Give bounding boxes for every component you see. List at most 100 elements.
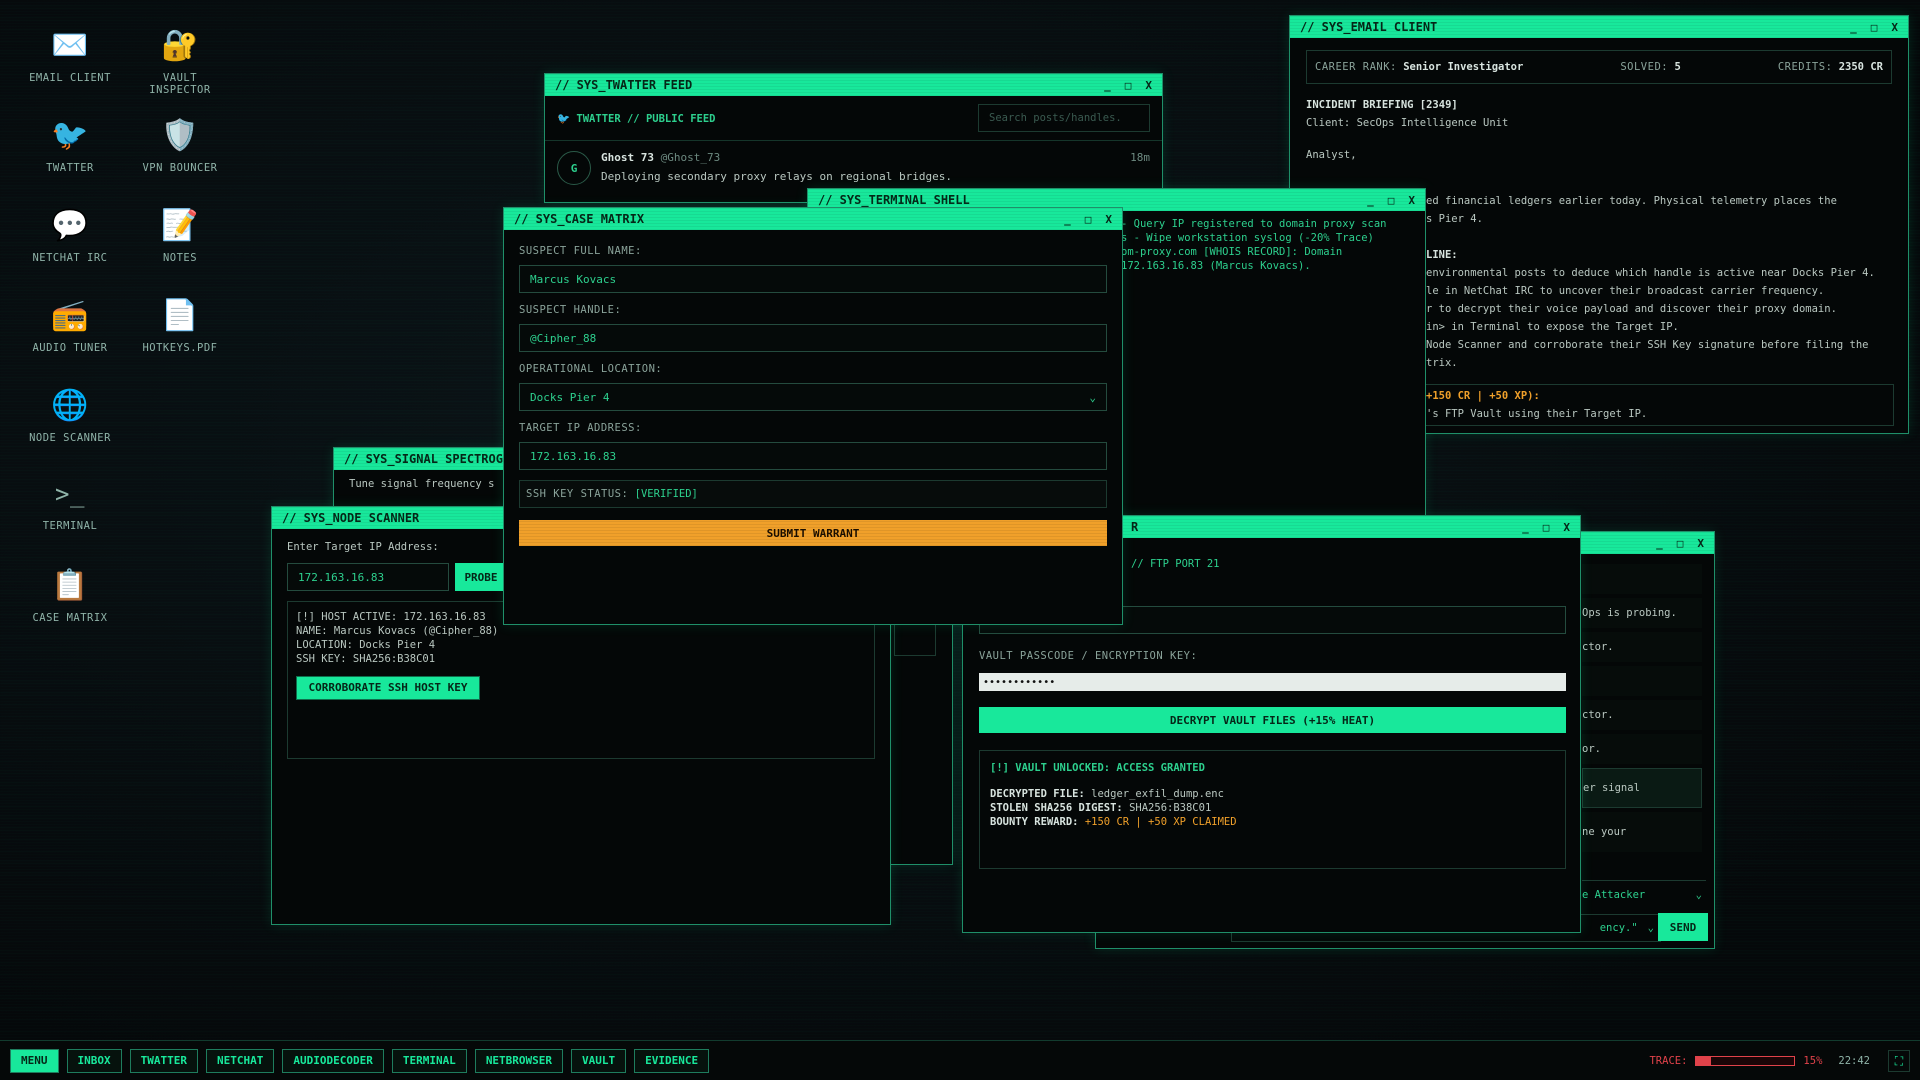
close-button[interactable]: X (1563, 521, 1570, 534)
trace-meter-fill (1696, 1057, 1712, 1065)
avatar: G (557, 151, 591, 185)
window-title: // SYS_TWATTER FEED (555, 78, 693, 92)
location-label: OPERATIONAL LOCATION: (519, 363, 663, 375)
file-value: ledger_exfil_dump.enc (1091, 788, 1224, 800)
desktop-icon-email-client[interactable]: ✉️ EMAIL CLIENT (20, 28, 120, 84)
probe-button[interactable]: PROBE (455, 563, 507, 591)
credits-label: CREDITS: (1777, 61, 1833, 73)
terminal-line: 172.163.16.83 (Marcus Kovacs). (1121, 260, 1311, 272)
taskbar-netbrowser-button[interactable]: NETBROWSER (474, 1048, 564, 1073)
icon-label: TWATTER (46, 162, 94, 174)
spectro-input[interactable] (894, 624, 936, 656)
desktop-icon-hotkeys-pdf[interactable]: 📄 HOTKEYS.PDF (130, 298, 230, 354)
minimize-button[interactable]: _ (1104, 79, 1111, 92)
icon-label: NETCHAT IRC (32, 252, 108, 264)
close-button[interactable]: X (1891, 21, 1898, 34)
minimize-button[interactable]: _ (1522, 521, 1529, 534)
objective-step: trix. (1426, 357, 1458, 369)
feed-title-text: TWATTER // PUBLIC FEED (576, 112, 716, 125)
minimize-button[interactable]: _ (1850, 21, 1857, 34)
digest-value: SHA256:B38C01 (1129, 802, 1212, 814)
taskbar-vault-button[interactable]: VAULT (571, 1048, 627, 1073)
solved-label: SOLVED: (1620, 61, 1669, 73)
chat-messages: Ops is probing. ctor. ctor. or. er signa… (1582, 564, 1702, 852)
post-author: Ghost 73 (601, 151, 654, 164)
maximize-button[interactable]: □ (1677, 537, 1684, 550)
window-title: // SYS_CASE MATRIX (514, 212, 645, 226)
corroborate-ssh-button[interactable]: CORROBORATE SSH HOST KEY (296, 676, 480, 700)
search-input[interactable]: Search posts/handles. (978, 104, 1150, 132)
minimize-button[interactable]: _ (1656, 537, 1663, 550)
terminal-prompt-icon: >_ (55, 480, 85, 508)
taskbar-audiodecoder-button[interactable]: AUDIODECODER (282, 1048, 384, 1073)
post-handle[interactable]: @Ghost_73 (661, 151, 721, 164)
suspect-handle-input[interactable]: @Cipher_88 (519, 324, 1107, 352)
desktop-icon-notes[interactable]: 📝 NOTES (130, 208, 230, 264)
briefing-title: INCIDENT BRIEFING [2349] (1306, 99, 1458, 111)
icon-label: VPN BOUNCER (142, 162, 218, 174)
taskbar: MENU INBOX TWATTER NETCHAT AUDIODECODER … (0, 1040, 1920, 1080)
chevron-down-icon: ⌄ (1089, 390, 1096, 404)
title-bar[interactable]: // SYS_EMAIL CLIENT _ □ X (1290, 16, 1908, 38)
close-button[interactable]: X (1697, 537, 1704, 550)
title-bar[interactable]: // SYS_TWATTER FEED _ □ X (545, 74, 1162, 96)
suspect-name-input[interactable]: Marcus Kovacs (519, 265, 1107, 293)
taskbar-terminal-button[interactable]: TERMINAL (391, 1048, 467, 1073)
trace-meter (1695, 1056, 1796, 1066)
icon-label: EMAIL CLIENT (29, 72, 111, 84)
message-select-value: ency." (1599, 922, 1638, 934)
trace-label: TRACE: (1649, 1055, 1688, 1067)
result-line: NAME: Marcus Kovacs (@Cipher_88) (296, 625, 499, 637)
minimize-button[interactable]: _ (1064, 213, 1071, 226)
email-body-line: s Pier 4. (1426, 213, 1483, 225)
desktop-icon-audio-tuner[interactable]: 📻 AUDIO TUNER (20, 298, 120, 354)
ip-input[interactable]: 172.163.16.83 (287, 563, 449, 591)
terminal-line: - Query IP registered to domain proxy sc… (1121, 218, 1387, 230)
maximize-button[interactable]: □ (1388, 194, 1395, 207)
title-bar[interactable]: // SYS_CASE MATRIX _ □ X (504, 208, 1122, 230)
taskbar-netchat-button[interactable]: NETCHAT (205, 1048, 275, 1073)
desktop-icon-netchat-irc[interactable]: 💬 NETCHAT IRC (20, 208, 120, 264)
window-title: // SYS_EMAIL CLIENT (1300, 20, 1438, 34)
window-title: // SYS_NODE SCANNER (282, 511, 420, 525)
maximize-button[interactable]: □ (1125, 79, 1132, 92)
desktop-icon-vault-inspector[interactable]: 🔐 VAULT INSPECTOR (130, 28, 230, 96)
fullscreen-icon[interactable]: ⛶ (1888, 1050, 1910, 1072)
maximize-button[interactable]: □ (1543, 521, 1550, 534)
desktop-icon-case-matrix[interactable]: 📋 CASE MATRIX (20, 568, 120, 624)
shield-icon: 🛡️ (161, 118, 199, 153)
send-button[interactable]: SEND (1658, 913, 1708, 941)
target-select[interactable]: e Attacker ⌄ (1582, 880, 1706, 908)
objective-step: in> in Terminal to expose the Target IP. (1426, 321, 1679, 333)
close-button[interactable]: X (1105, 213, 1112, 226)
taskbar-evidence-button[interactable]: EVIDENCE (634, 1048, 710, 1073)
email-body-line: ed financial ledgers earlier today. Phys… (1426, 195, 1837, 207)
credits-value: 2350 CR (1838, 61, 1883, 73)
close-button[interactable]: X (1408, 194, 1415, 207)
taskbar-menu-button[interactable]: MENU (10, 1048, 59, 1073)
passcode-label: VAULT PASSCODE / ENCRYPTION KEY: (979, 650, 1198, 662)
target-ip-input[interactable]: 172.163.16.83 (519, 442, 1107, 470)
passcode-input[interactable]: •••••••••••• (979, 673, 1566, 691)
reward-text: 's FTP Vault using their Target IP. (1426, 408, 1648, 420)
location-value: Docks Pier 4 (530, 390, 610, 404)
desktop-icon-vpn-bouncer[interactable]: 🛡️ VPN BOUNCER (130, 118, 230, 174)
memo-icon: 📝 (161, 208, 199, 243)
close-button[interactable]: X (1145, 79, 1152, 92)
chevron-down-icon: ⌄ (1695, 888, 1702, 901)
taskbar-inbox-button[interactable]: INBOX (66, 1048, 122, 1073)
desktop-icon-terminal[interactable]: >_ TERMINAL (20, 476, 120, 532)
feed-header: 🐦 TWATTER // PUBLIC FEED Search posts/ha… (545, 96, 1162, 141)
maximize-button[interactable]: □ (1085, 213, 1092, 226)
submit-warrant-button[interactable]: SUBMIT WARRANT (519, 520, 1107, 546)
desktop-icon-node-scanner[interactable]: 🌐 NODE SCANNER (20, 388, 120, 444)
chat-message: ctor. (1582, 700, 1702, 730)
bird-icon: 🐦 (557, 112, 571, 125)
minimize-button[interactable]: _ (1367, 194, 1374, 207)
location-select[interactable]: Docks Pier 4 ⌄ (519, 383, 1107, 411)
maximize-button[interactable]: □ (1871, 21, 1878, 34)
ssh-status: SSH KEY STATUS: [VERIFIED] (519, 480, 1107, 508)
taskbar-twatter-button[interactable]: TWATTER (129, 1048, 198, 1073)
desktop-icon-twatter[interactable]: 🐦 TWATTER (20, 118, 120, 174)
decrypt-button[interactable]: DECRYPT VAULT FILES (+15% HEAT) (979, 707, 1566, 733)
